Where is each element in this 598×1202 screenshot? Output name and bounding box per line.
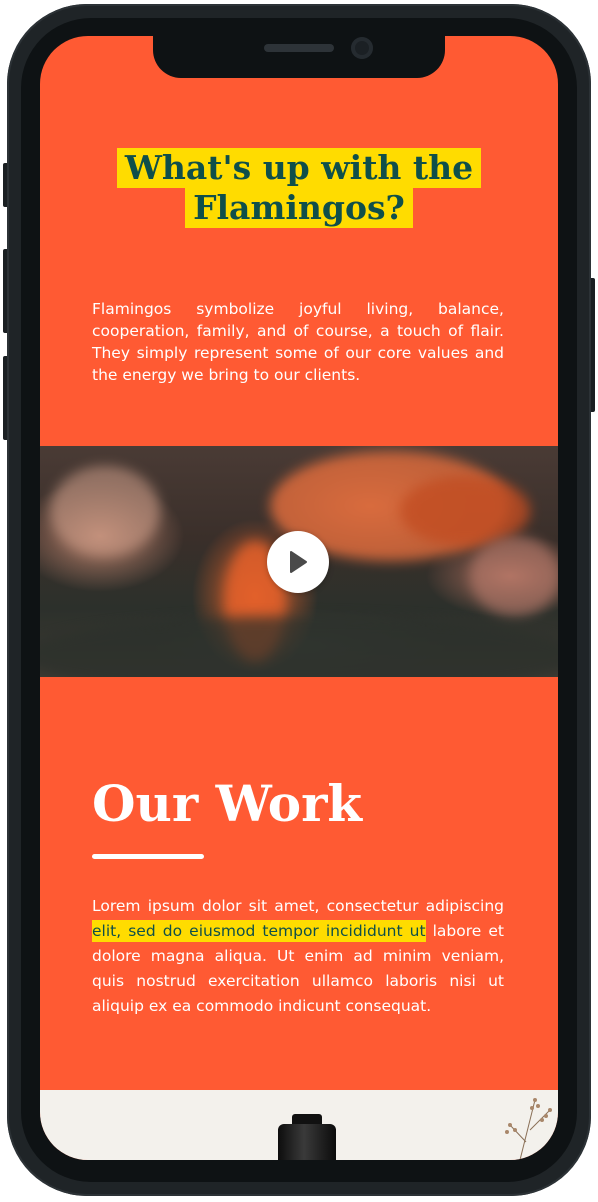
- speaker-grille: [264, 44, 334, 52]
- hero-title-line-2: Flamingos?: [185, 188, 413, 228]
- front-camera: [351, 37, 373, 59]
- phone-notch: [153, 32, 445, 78]
- hero-description: Flamingos symbolize joyful living, balan…: [92, 300, 504, 384]
- title-underline: [92, 854, 204, 859]
- our-work-text: Lorem ipsum dolor sit amet, consectetur …: [92, 894, 504, 1019]
- play-icon: [290, 551, 307, 573]
- dried-flower-icon: [505, 1098, 552, 1160]
- hero-title: What's up with the Flamingos?: [40, 148, 558, 228]
- our-work-title: Our Work: [92, 774, 363, 833]
- hero-title-line-1: What's up with the: [116, 148, 482, 188]
- phone-screen: What's up with the Flamingos? Flamingos …: [40, 36, 558, 1160]
- product-image: [40, 1090, 558, 1160]
- flamingo-video[interactable]: [40, 446, 558, 677]
- work-text-highlight: elit, sed do eiusmod tempor incididunt u…: [92, 920, 426, 942]
- bottle-shape: [278, 1124, 336, 1160]
- background-flamingo-shape: [50, 466, 160, 556]
- water-reflection-shape: [40, 616, 558, 677]
- play-button[interactable]: [267, 531, 329, 593]
- work-text-part-1: Lorem ipsum dolor sit amet, consectetur …: [92, 897, 504, 915]
- background-flamingo-shape-right: [470, 536, 558, 616]
